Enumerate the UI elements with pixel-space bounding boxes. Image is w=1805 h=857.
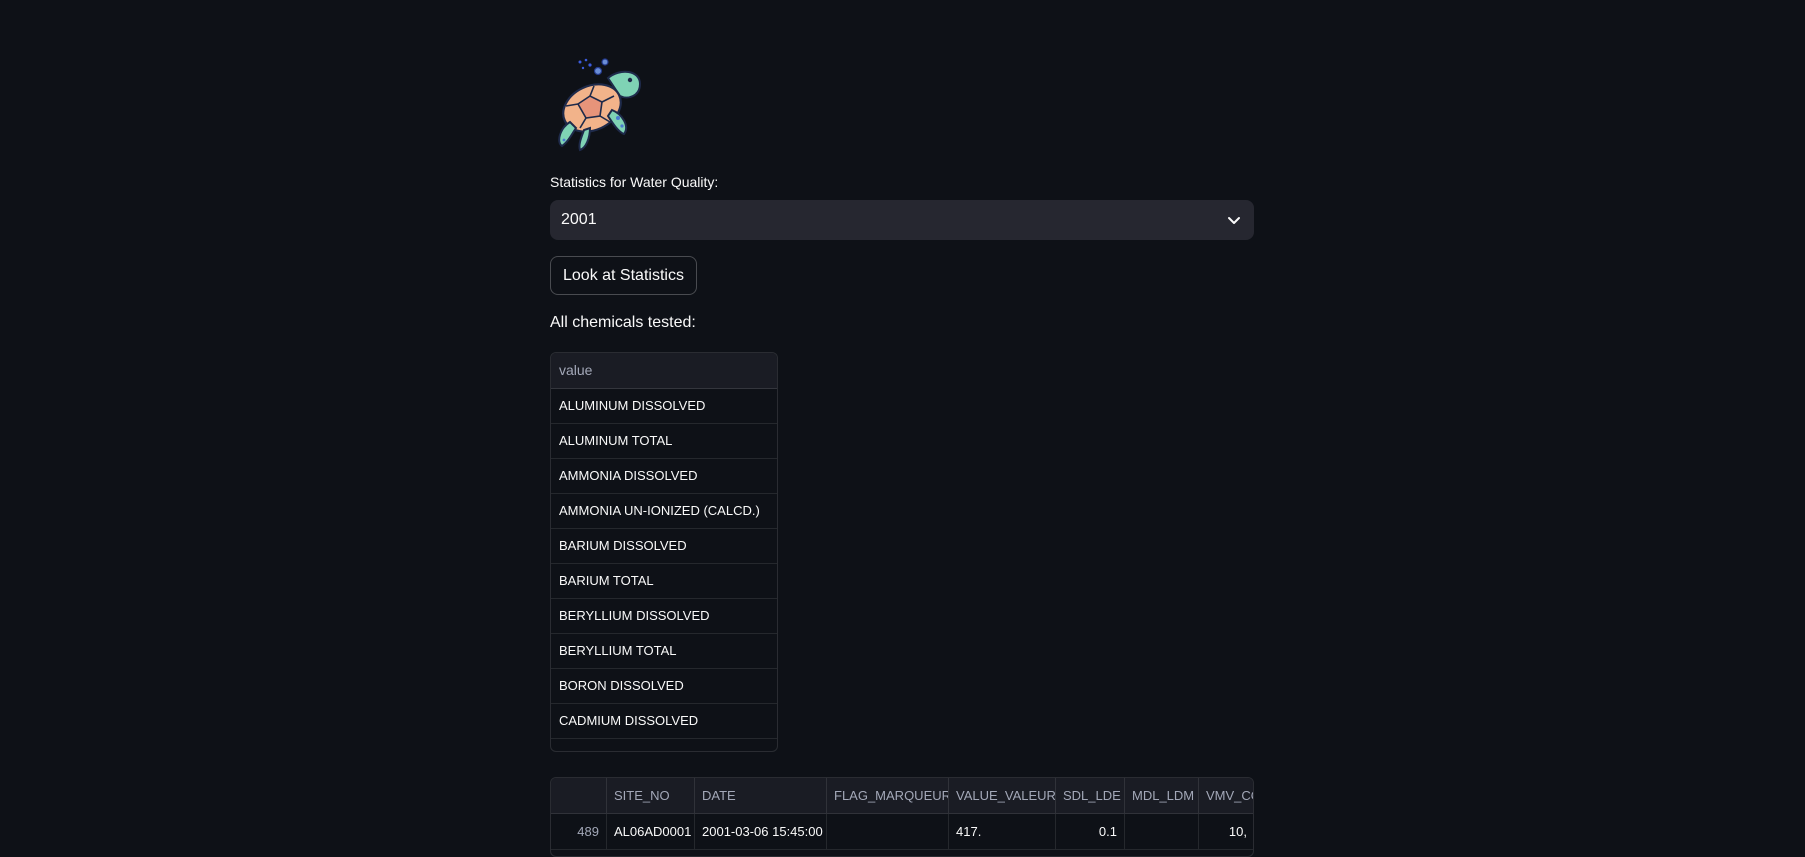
- year-select-label: Statistics for Water Quality:: [550, 174, 719, 190]
- chemicals-column-header[interactable]: value: [551, 353, 777, 389]
- list-item[interactable]: BERYLLIUM TOTAL: [551, 634, 777, 669]
- table-row[interactable]: 489 AL06AD0001 2001-03-06 15:45:00 417. 0.1 1…: [551, 814, 1253, 850]
- column-header[interactable]: FLAG_MARQUEUR: [827, 778, 949, 813]
- column-header[interactable]: VMV_CO: [1199, 778, 1253, 813]
- list-item[interactable]: ALUMINUM TOTAL: [551, 424, 777, 459]
- table-header-row: SITE_NO DATE FLAG_MARQUEUR VALUE_VALEUR SDL_…: [551, 778, 1253, 814]
- list-item[interactable]: AMMONIA UN-IONIZED (CALCD.): [551, 494, 777, 529]
- year-select[interactable]: 2001: [550, 200, 1254, 240]
- look-at-statistics-button[interactable]: Look at Statistics: [550, 256, 697, 295]
- column-header[interactable]: SITE_NO: [607, 778, 695, 813]
- list-item[interactable]: BARIUM DISSOLVED: [551, 529, 777, 564]
- list-item[interactable]: CADMIUM DISSOLVED: [551, 704, 777, 739]
- list-item[interactable]: BARIUM TOTAL: [551, 564, 777, 599]
- table-cell: [1125, 814, 1199, 849]
- table-cell: 2001-03-06 15:45:00: [695, 814, 827, 849]
- table-cell: 10,: [1199, 814, 1253, 849]
- column-header[interactable]: SDL_LDE: [1056, 778, 1125, 813]
- water-data-table[interactable]: SITE_NO DATE FLAG_MARQUEUR VALUE_VALEUR SDL_…: [550, 777, 1254, 857]
- table-cell: AL06AD0001: [607, 814, 695, 849]
- list-item[interactable]: BORON DISSOLVED: [551, 669, 777, 704]
- chemicals-rows: ALUMINUM DISSOLVED ALUMINUM TOTAL AMMONIA …: [551, 389, 777, 739]
- chemicals-table[interactable]: value ALUMINUM DISSOLVED ALUMINUM TOTAL AM…: [550, 352, 778, 752]
- year-select-value: 2001: [561, 211, 597, 228]
- table-cell: 417.: [949, 814, 1056, 849]
- table-cell: 0.1: [1056, 814, 1125, 849]
- column-header[interactable]: VALUE_VALEUR: [949, 778, 1056, 813]
- list-item[interactable]: ALUMINUM DISSOLVED: [551, 389, 777, 424]
- list-item[interactable]: AMMONIA DISSOLVED: [551, 459, 777, 494]
- sea-turtle-icon: [558, 58, 642, 152]
- table-body: 489 AL06AD0001 2001-03-06 15:45:00 417. 0.1 1…: [551, 814, 1253, 850]
- table-cell: [827, 814, 949, 849]
- list-item[interactable]: BERYLLIUM DISSOLVED: [551, 599, 777, 634]
- chevron-down-icon: [1228, 217, 1240, 224]
- chemicals-title: All chemicals tested:: [550, 314, 696, 331]
- column-header[interactable]: MDL_LDM: [1125, 778, 1199, 813]
- row-index: 489: [551, 814, 607, 849]
- column-header[interactable]: [551, 778, 607, 813]
- column-header[interactable]: DATE: [695, 778, 827, 813]
